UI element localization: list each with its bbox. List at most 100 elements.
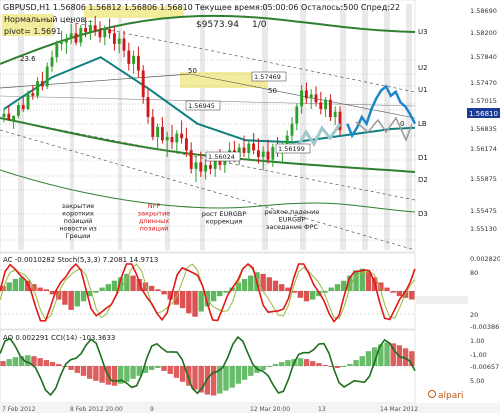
ac-bar xyxy=(334,284,341,291)
forex-chart: 23.650500 1.574691.569451.560241.56199 1… xyxy=(0,0,500,413)
ao-bar xyxy=(241,366,248,380)
ao-bar xyxy=(229,366,235,388)
ac-bar xyxy=(18,277,25,291)
ac-bar xyxy=(198,291,204,312)
ao-bar xyxy=(6,359,12,366)
annotation-line: позиций xyxy=(140,225,169,233)
session-stripe xyxy=(18,4,24,250)
ac-bar xyxy=(266,277,273,291)
candle-body xyxy=(88,25,92,32)
price-tick: 1.57840 xyxy=(470,53,497,61)
ac-bar xyxy=(272,280,279,291)
ao-bar xyxy=(384,342,390,366)
candle-body xyxy=(36,81,40,96)
ao-scale-label: -0.006571 xyxy=(470,363,500,371)
candle-body xyxy=(199,162,203,172)
ac-bar xyxy=(12,279,19,291)
x-axis-label: 14 Mar 2012 xyxy=(380,406,418,413)
ao-bar xyxy=(0,361,6,366)
fib-label: 50 xyxy=(188,67,197,75)
candle-body xyxy=(79,27,83,43)
ao-bar xyxy=(340,366,347,367)
annotation-line: коррекция xyxy=(206,218,243,226)
ac-bar xyxy=(297,291,304,298)
candle-body xyxy=(103,29,107,38)
ao-bar xyxy=(37,358,43,366)
price-tick: 1.57470 xyxy=(470,79,497,87)
candle-body xyxy=(16,105,20,116)
ao-bar xyxy=(248,366,254,376)
price-tick: 1.58690 xyxy=(470,7,497,15)
price-tick: 1.56174 xyxy=(470,145,497,153)
price-tick: 1.55130 xyxy=(470,225,497,233)
balance: $9573.94 xyxy=(196,20,239,30)
candle-body xyxy=(64,38,68,43)
ao-panel-label: AO 0.002291 CCI(14) -103.3633 xyxy=(3,334,115,342)
ac-bar xyxy=(155,289,161,291)
x-axis-label: 9 xyxy=(150,406,154,413)
ac-bar xyxy=(186,291,192,314)
candle-body xyxy=(160,127,164,141)
candle-body xyxy=(74,33,78,43)
candle-body xyxy=(218,160,222,165)
ac-bar xyxy=(384,287,390,291)
ao-bar xyxy=(93,366,99,381)
candle-body xyxy=(40,81,44,87)
ao-bar xyxy=(210,366,217,396)
x-axis-label: 8 Feb 2012 20:00 xyxy=(70,406,123,413)
candle-body xyxy=(328,99,332,118)
price-tick: 1.57015 xyxy=(470,97,497,105)
brand-logo: alpari xyxy=(438,391,463,401)
candle-body xyxy=(146,97,150,118)
pivot-label: pivot= 1.5691 xyxy=(4,27,61,36)
candle-body xyxy=(132,55,136,64)
ao-bar xyxy=(285,360,291,366)
price-callout-text: 1.57469 xyxy=(254,73,281,81)
ao-bar xyxy=(49,362,56,366)
ac-bar xyxy=(93,291,99,293)
level-name: U1 xyxy=(418,86,428,94)
ac-bar xyxy=(210,291,217,302)
ao-scale-label: 5.00 xyxy=(470,377,484,385)
ac-bar xyxy=(353,270,359,291)
candle-body xyxy=(256,150,260,157)
price-tick: 1.56835 xyxy=(470,125,497,133)
ac-bar xyxy=(365,272,372,291)
price-tick: 1.55475 xyxy=(470,207,497,215)
candle-body xyxy=(324,99,328,110)
level-name: U3 xyxy=(418,28,428,36)
candle-body xyxy=(165,136,169,141)
ao-bar xyxy=(25,355,31,366)
price-callout-text: 1.56945 xyxy=(188,102,215,110)
ao-bar xyxy=(43,360,50,366)
candle-body xyxy=(12,115,16,121)
ac-bar xyxy=(74,291,81,307)
candle-body xyxy=(180,133,184,139)
symbol-line: GBPUSD,H1 1.56806 1.56812 1.56806 1.5681… xyxy=(3,3,193,12)
level-name: LB xyxy=(418,120,427,128)
ac-bar xyxy=(303,291,310,302)
ao-bar xyxy=(68,366,74,370)
ac-bar xyxy=(409,291,415,300)
ao-bar xyxy=(334,366,341,368)
candle-body xyxy=(300,90,304,107)
ao-bar xyxy=(297,358,304,366)
time-line: Текущее время:05:00:06 Осталось:500 Спре… xyxy=(194,3,400,12)
candle-body xyxy=(93,25,97,31)
price-callout-text: 1.56199 xyxy=(278,145,305,153)
candle-body xyxy=(290,123,294,136)
ac-bar xyxy=(223,291,229,293)
candle-body xyxy=(21,105,25,110)
ao-bar xyxy=(347,364,353,366)
candle-body xyxy=(189,150,193,169)
ac-bar xyxy=(390,291,396,293)
ac-bar xyxy=(105,284,111,291)
candle-body xyxy=(69,33,73,39)
ao-bar xyxy=(223,366,229,391)
ao-bar xyxy=(279,362,285,366)
ac-panel-label: AC -0.0010282 Stoch(5,3,3) 7.2081 14.971… xyxy=(3,256,158,264)
x-axis-label: 7 Feb 2012 xyxy=(2,406,36,413)
ao-bar xyxy=(173,366,180,378)
ao-bar xyxy=(272,364,279,366)
ao-bar xyxy=(167,366,173,374)
